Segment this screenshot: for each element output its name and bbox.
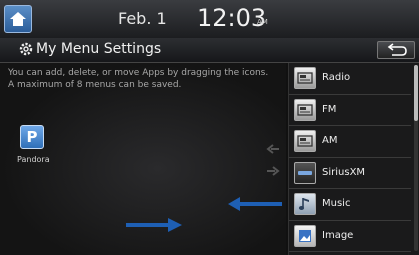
list-item-label: FM <box>322 103 337 115</box>
back-button[interactable] <box>377 41 415 59</box>
siriusxm-icon <box>294 161 316 184</box>
my-menu-area[interactable]: You can add, delete, or move Apps by dra… <box>0 63 286 255</box>
image-icon <box>294 224 316 247</box>
app-list-panel[interactable]: Radio FM AM SiriusXM Music Image <box>288 63 419 255</box>
clock: 12:03 <box>197 4 267 32</box>
pandora-label: Pandora <box>17 155 50 164</box>
ampm-label: AM <box>257 18 268 26</box>
gear-icon <box>19 42 33 56</box>
list-item-fm[interactable]: FM <box>289 95 411 126</box>
list-item-label: SiriusXM <box>322 166 366 178</box>
scrollbar-thumb[interactable] <box>414 65 418 121</box>
back-icon <box>387 43 407 56</box>
pandora-icon[interactable]: P <box>20 125 44 149</box>
fm-icon <box>294 98 316 121</box>
list-item-label: Radio <box>322 72 351 83</box>
list-item-siriusxm[interactable]: SiriusXM <box>289 158 411 189</box>
status-bar: Feb. 1 12:03 AM <box>0 0 419 39</box>
app-list: Radio FM AM SiriusXM Music Image <box>289 63 411 252</box>
music-icon <box>294 193 316 215</box>
home-icon <box>10 12 26 26</box>
radio-icon <box>294 67 316 89</box>
am-icon <box>294 130 316 152</box>
page-title: My Menu Settings <box>36 41 162 57</box>
max-menus-text: A maximum of 8 menus can be saved. <box>8 80 182 90</box>
list-item-radio[interactable]: Radio <box>289 63 411 95</box>
instruction-text: You can add, delete, or move Apps by dra… <box>8 68 269 78</box>
list-item-label: Image <box>322 229 354 241</box>
list-item-label: AM <box>322 135 338 146</box>
list-item-image[interactable]: Image <box>289 221 411 252</box>
ghost-arrow-left-icon <box>266 144 279 154</box>
list-item-am[interactable]: AM <box>289 126 411 158</box>
scrollbar[interactable] <box>414 65 418 251</box>
ghost-arrow-right-icon <box>267 166 280 176</box>
drag-arrow-right-icon <box>126 218 182 232</box>
instructions: You can add, delete, or move Apps by dra… <box>8 67 280 91</box>
list-item-music[interactable]: Music <box>289 189 411 221</box>
date-label: Feb. 1 <box>118 9 167 28</box>
drag-arrow-left-icon <box>228 197 282 211</box>
list-item-label: Music <box>322 198 351 209</box>
title-bar: My Menu Settings <box>0 38 419 63</box>
home-button[interactable] <box>4 5 32 33</box>
